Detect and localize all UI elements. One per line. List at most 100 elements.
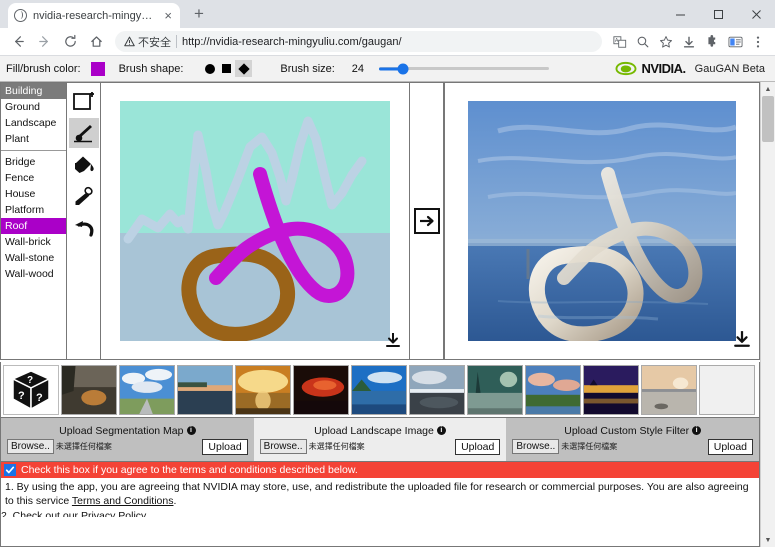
profile-icon[interactable] <box>724 31 746 53</box>
sidebar-item-bridge[interactable]: Bridge <box>1 154 66 170</box>
brush-shape-square-icon[interactable] <box>218 60 235 77</box>
navigation-bar: 不安全 http://nvidia-research-mingyuliu.com… <box>0 28 775 56</box>
style-thumb-6[interactable] <box>351 365 407 415</box>
editor-row: Building Ground Landscape Plant Bridge F… <box>0 82 760 362</box>
style-thumb-3[interactable] <box>177 365 233 415</box>
terms-and-conditions-link[interactable]: Terms and Conditions <box>72 495 174 507</box>
new-canvas-icon[interactable] <box>69 86 99 116</box>
random-style-dice-icon[interactable]: ? ? ? <box>3 365 59 415</box>
landscape-file-input[interactable]: Browse.. 未選擇任何檔案 <box>260 439 365 454</box>
download-segmentation-icon[interactable] <box>385 332 401 353</box>
generated-image <box>468 101 736 341</box>
menu-kebab-icon[interactable] <box>747 31 769 53</box>
style-thumb-2[interactable] <box>119 365 175 415</box>
terms-agree-label: Check this box if you agree to the terms… <box>21 464 358 476</box>
brand-area: NVIDIA. GauGAN Beta <box>613 61 770 76</box>
sidebar-item-wall-wood[interactable]: Wall-wood <box>1 266 66 282</box>
upload-button[interactable]: Upload <box>202 439 247 455</box>
sidebar-item-wall-stone[interactable]: Wall-stone <box>1 250 66 266</box>
info-icon[interactable]: i <box>187 426 196 435</box>
sidebar-item-landscape[interactable]: Landscape <box>1 115 66 131</box>
style-thumb-9[interactable] <box>525 365 581 415</box>
browse-button[interactable]: Browse.. <box>7 439 54 454</box>
browser-tab[interactable]: nvidia-research-mingyuliu.com × <box>8 3 180 28</box>
tab-close-icon[interactable]: × <box>162 9 174 22</box>
browse-button[interactable]: Browse.. <box>512 439 559 454</box>
upload-segmentation-map-controls: Browse.. 未選擇任何檔案 Upload <box>7 439 248 455</box>
upload-custom-style-filter-controls: Browse.. 未選擇任何檔案 Upload <box>512 439 753 455</box>
undo-icon[interactable] <box>69 214 99 244</box>
brush-size-slider[interactable] <box>379 62 549 76</box>
extensions-icon[interactable] <box>701 31 723 53</box>
sidebar-item-fence[interactable]: Fence <box>1 170 66 186</box>
brush-shape-diamond-icon[interactable] <box>235 60 252 77</box>
no-file-label: 未選擇任何檔案 <box>309 441 365 452</box>
label-list: Building Ground Landscape Plant Bridge F… <box>1 83 66 359</box>
browse-button[interactable]: Browse.. <box>260 439 307 454</box>
url-text: http://nvidia-research-mingyuliu.com/gau… <box>182 36 402 48</box>
maximize-icon[interactable] <box>699 0 737 28</box>
browser-window: nvidia-research-mingyuliu.com × + <box>0 0 775 547</box>
download-icon[interactable] <box>678 31 700 53</box>
brush-icon[interactable] <box>69 118 99 148</box>
no-file-label: 未選擇任何檔案 <box>56 441 112 452</box>
label-sidebar: Building Ground Landscape Plant Bridge F… <box>0 82 100 360</box>
minimize-icon[interactable] <box>661 0 699 28</box>
warning-triangle-icon <box>124 36 135 47</box>
generate-arrow-icon[interactable] <box>414 208 440 234</box>
eyedropper-icon[interactable] <box>69 182 99 212</box>
window-controls <box>661 0 775 28</box>
home-icon[interactable] <box>84 30 108 54</box>
back-arrow-icon[interactable] <box>6 30 30 54</box>
upload-button[interactable]: Upload <box>708 439 753 455</box>
scroll-up-arrow-icon[interactable]: ▲ <box>761 82 775 96</box>
style-thumb-4[interactable] <box>235 365 291 415</box>
style-thumb-1[interactable] <box>61 365 117 415</box>
brush-shape-group <box>201 60 252 77</box>
not-secure-indicator[interactable]: 不安全 <box>124 34 171 50</box>
translate-icon[interactable]: A <box>609 31 631 53</box>
tool-palette <box>66 83 100 359</box>
sidebar-item-roof[interactable]: Roof <box>1 218 66 234</box>
nvidia-eye-logo <box>613 61 639 76</box>
reload-icon[interactable] <box>58 30 82 54</box>
forward-arrow-icon[interactable] <box>32 30 56 54</box>
segmentation-canvas[interactable] <box>120 101 390 341</box>
sidebar-item-building[interactable]: Building <box>1 83 66 99</box>
style-thumb-5[interactable] <box>293 365 349 415</box>
style-thumbnail-strip: ? ? ? <box>0 362 760 418</box>
scrollbar-thumb[interactable] <box>762 96 774 142</box>
style-thumb-12[interactable] <box>699 365 755 415</box>
bookmark-star-icon[interactable] <box>655 31 677 53</box>
not-secure-label: 不安全 <box>138 34 171 50</box>
sidebar-item-ground[interactable]: Ground <box>1 99 66 115</box>
download-output-icon[interactable] <box>733 330 751 353</box>
upload-row: Upload Segmentation Map i Browse.. 未選擇任何… <box>0 418 760 462</box>
terms-checkbox[interactable] <box>4 464 16 476</box>
paint-bucket-icon[interactable] <box>69 150 99 180</box>
segmentation-file-input[interactable]: Browse.. 未選擇任何檔案 <box>7 439 112 454</box>
svg-text:?: ? <box>18 390 25 402</box>
info-icon[interactable]: i <box>692 426 701 435</box>
sidebar-item-house[interactable]: House <box>1 186 66 202</box>
style-thumb-11[interactable] <box>641 365 697 415</box>
page-scrollbar[interactable]: ▲ ▼ <box>760 82 775 547</box>
search-icon[interactable] <box>632 31 654 53</box>
upload-button[interactable]: Upload <box>455 439 500 455</box>
style-filter-file-input[interactable]: Browse.. 未選擇任何檔案 <box>512 439 617 454</box>
brush-shape-circle-icon[interactable] <box>201 60 218 77</box>
address-bar[interactable]: 不安全 http://nvidia-research-mingyuliu.com… <box>115 31 602 52</box>
close-icon[interactable] <box>737 0 775 28</box>
sidebar-item-platform[interactable]: Platform <box>1 202 66 218</box>
style-thumb-8[interactable] <box>467 365 523 415</box>
sidebar-item-wall-brick[interactable]: Wall-brick <box>1 234 66 250</box>
info-icon[interactable]: i <box>437 426 446 435</box>
globe-icon <box>14 9 27 22</box>
style-thumb-10[interactable] <box>583 365 639 415</box>
color-swatch[interactable] <box>91 62 105 76</box>
sidebar-item-plant[interactable]: Plant <box>1 131 66 147</box>
slider-thumb[interactable] <box>397 63 408 74</box>
scroll-down-arrow-icon[interactable]: ▼ <box>761 533 775 547</box>
style-thumb-7[interactable] <box>409 365 465 415</box>
new-tab-button[interactable]: + <box>186 1 212 27</box>
